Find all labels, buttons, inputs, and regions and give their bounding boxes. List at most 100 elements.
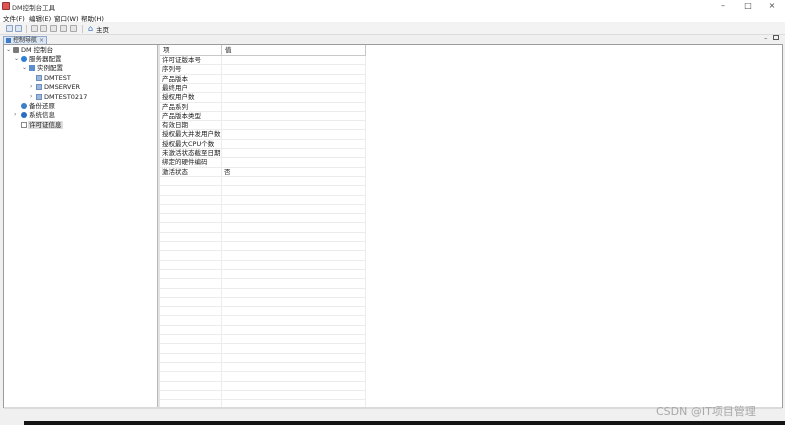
tree-node-instance[interactable]: DMTEST <box>36 74 146 83</box>
row-divider <box>160 324 366 326</box>
row-divider <box>160 231 366 233</box>
row-divider <box>160 352 366 354</box>
table-cell-item[interactable]: 授权最大并发用户数 <box>162 130 221 139</box>
instance-config-icon <box>29 65 35 71</box>
row-divider <box>160 296 366 298</box>
tree-node-root[interactable]: ⌄ DM 控制台 <box>6 46 146 55</box>
app-icon <box>2 2 10 10</box>
server-icon <box>21 56 27 62</box>
forward-icon[interactable] <box>40 25 47 32</box>
table-cell-value[interactable]: 否 <box>224 168 231 177</box>
navigation-tree: ⌄ DM 控制台 ⌄ 服务器配置 ⌄ 实例配置 DMTEST › DMSERVE… <box>4 45 158 407</box>
row-divider <box>160 194 366 196</box>
table-cell-item[interactable]: 未激活状态截至日期 <box>162 149 221 158</box>
table-cell-item[interactable]: 绑定的硬件编码 <box>162 158 208 167</box>
row-divider <box>160 278 366 280</box>
expand-icon[interactable]: › <box>30 93 32 101</box>
tab-close-icon[interactable]: × <box>39 37 44 44</box>
home-icon[interactable]: ⌂ <box>88 25 95 33</box>
tree-label: 实例配置 <box>37 64 63 72</box>
table-cell-item[interactable]: 序列号 <box>162 65 182 74</box>
collapse-icon[interactable]: ⌄ <box>14 55 19 63</box>
close-button[interactable]: × <box>765 1 779 11</box>
table-cell-item[interactable]: 授权用户数 <box>162 93 195 102</box>
tree-label: 许可证信息 <box>28 121 63 129</box>
window-title: DM控制台工具 <box>12 4 56 12</box>
column-divider <box>365 56 366 407</box>
view-maximize-button[interactable] <box>773 35 779 40</box>
tree-label: DMSERVER <box>44 83 81 91</box>
row-divider <box>160 343 366 345</box>
expand-icon[interactable]: › <box>14 111 16 119</box>
instance-icon <box>36 75 42 81</box>
table-cell-item[interactable]: 有效日期 <box>162 121 188 130</box>
row-divider <box>160 203 366 205</box>
tree-node-license-info[interactable]: 许可证信息 <box>21 121 151 130</box>
collapse-icon[interactable]: ⌄ <box>22 64 27 72</box>
row-divider <box>160 306 366 308</box>
tree-node-system-info[interactable]: › 系统信息 <box>14 111 151 120</box>
view-minimize-button[interactable]: – <box>764 34 768 42</box>
title-bar <box>0 0 785 12</box>
tree-label: DM 控制台 <box>21 46 54 54</box>
license-icon <box>21 122 27 128</box>
tree-label: 备份还原 <box>29 102 55 110</box>
backup-icon <box>21 103 27 109</box>
tree-node-instance[interactable]: › DMTEST0217 <box>30 93 146 102</box>
table-cell-item[interactable]: 许可证版本号 <box>162 56 201 65</box>
column-header-item[interactable]: 项 <box>160 45 222 56</box>
row-divider <box>160 380 366 382</box>
tree-node-backup[interactable]: 备份还原 <box>21 102 151 111</box>
table-header: 项 值 <box>160 45 366 56</box>
table-cell-item[interactable]: 产品版本 <box>162 75 188 84</box>
column-header-value[interactable]: 值 <box>222 45 366 56</box>
row-divider <box>160 371 366 373</box>
row-divider <box>160 222 366 224</box>
instance-icon <box>36 94 42 100</box>
row-divider <box>160 213 366 215</box>
toolbar <box>0 22 785 35</box>
tree-node-instance[interactable]: › DMSERVER <box>30 83 146 92</box>
toolbar-separator <box>26 25 27 33</box>
row-divider <box>160 315 366 317</box>
row-divider <box>160 361 366 363</box>
tab-label: 控制导航 <box>13 37 38 44</box>
row-divider <box>160 241 366 242</box>
tree-node-instance-config[interactable]: ⌄ 实例配置 <box>22 64 152 73</box>
tree-label: 服务器配置 <box>29 55 62 63</box>
tree-label: 系统信息 <box>29 111 55 119</box>
home-button[interactable]: 主页 <box>96 24 109 34</box>
toolbar-separator <box>82 25 83 33</box>
tab-bar <box>0 35 785 44</box>
info-icon <box>21 112 27 118</box>
table-cell-item[interactable]: 授权最大CPU个数 <box>162 140 214 149</box>
collapse-icon[interactable]: ⌄ <box>6 46 11 54</box>
taskbar <box>24 421 785 425</box>
row-divider <box>160 82 366 84</box>
row-divider <box>160 185 366 187</box>
table-cell-item[interactable]: 产品版本类型 <box>162 112 201 121</box>
row-divider <box>160 73 366 75</box>
tree-label: DMTEST0217 <box>44 93 88 101</box>
paste-icon[interactable] <box>70 25 77 32</box>
table-cell-item[interactable]: 最终用户 <box>162 84 188 93</box>
previous-icon[interactable] <box>50 25 57 32</box>
expand-icon[interactable]: › <box>30 83 32 91</box>
row-divider <box>160 259 366 261</box>
console-icon <box>13 47 19 53</box>
tree-label: DMTEST <box>44 74 71 82</box>
row-divider <box>160 175 366 177</box>
tree-node-service-config[interactable]: ⌄ 服务器配置 <box>14 55 154 64</box>
row-divider <box>160 389 366 391</box>
menu-bar <box>0 12 785 22</box>
back-icon[interactable] <box>31 25 38 32</box>
table-cell-item[interactable]: 产品系列 <box>162 103 188 112</box>
maximize-button[interactable]: □ <box>741 1 755 11</box>
save-all-icon[interactable] <box>15 25 22 32</box>
table-cell-item[interactable]: 激活状态 <box>162 168 188 177</box>
save-icon[interactable] <box>6 25 13 32</box>
minimize-button[interactable]: – <box>716 1 730 11</box>
row-divider <box>160 268 366 270</box>
row-divider <box>160 250 366 252</box>
copy-icon[interactable] <box>60 25 67 32</box>
